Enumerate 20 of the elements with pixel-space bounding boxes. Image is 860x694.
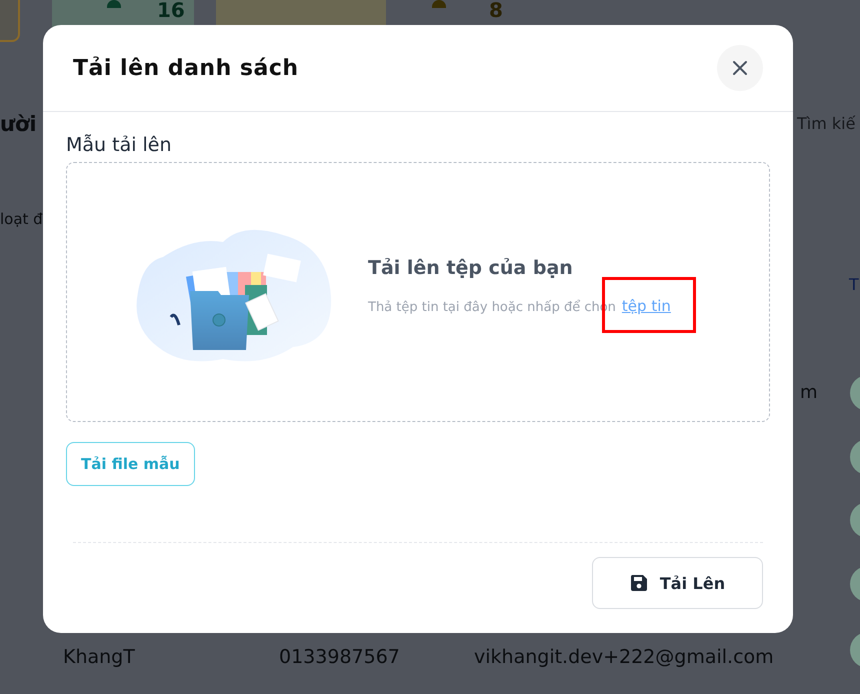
table-cell: KhangT	[63, 646, 135, 668]
dialog-title: Tải lên danh sách	[73, 56, 299, 80]
dropzone-heading: Tải lên tệp của bạn	[368, 257, 574, 279]
table-cell: 0133987567	[279, 646, 400, 668]
column-header: T	[849, 275, 859, 294]
browse-file-link[interactable]: tệp tin	[622, 297, 671, 315]
close-button[interactable]	[717, 45, 763, 91]
stat-value: 8	[489, 0, 503, 22]
save-icon	[630, 574, 648, 592]
stat-value: 16	[157, 0, 185, 22]
table-cell: m	[800, 382, 818, 403]
upload-button[interactable]: Tải Lên	[592, 557, 763, 609]
search-field[interactable]: Tìm kiế	[797, 114, 856, 133]
close-icon	[732, 60, 748, 76]
dome-icon	[432, 0, 446, 8]
download-template-button[interactable]: Tải file mẫu	[66, 442, 195, 486]
section-title: ười	[0, 112, 37, 136]
filter-label: loạt đ	[0, 210, 43, 228]
table-cell: vikhangit.dev+222@gmail.com	[474, 646, 774, 668]
field-label: Mẫu tải lên	[66, 134, 172, 156]
